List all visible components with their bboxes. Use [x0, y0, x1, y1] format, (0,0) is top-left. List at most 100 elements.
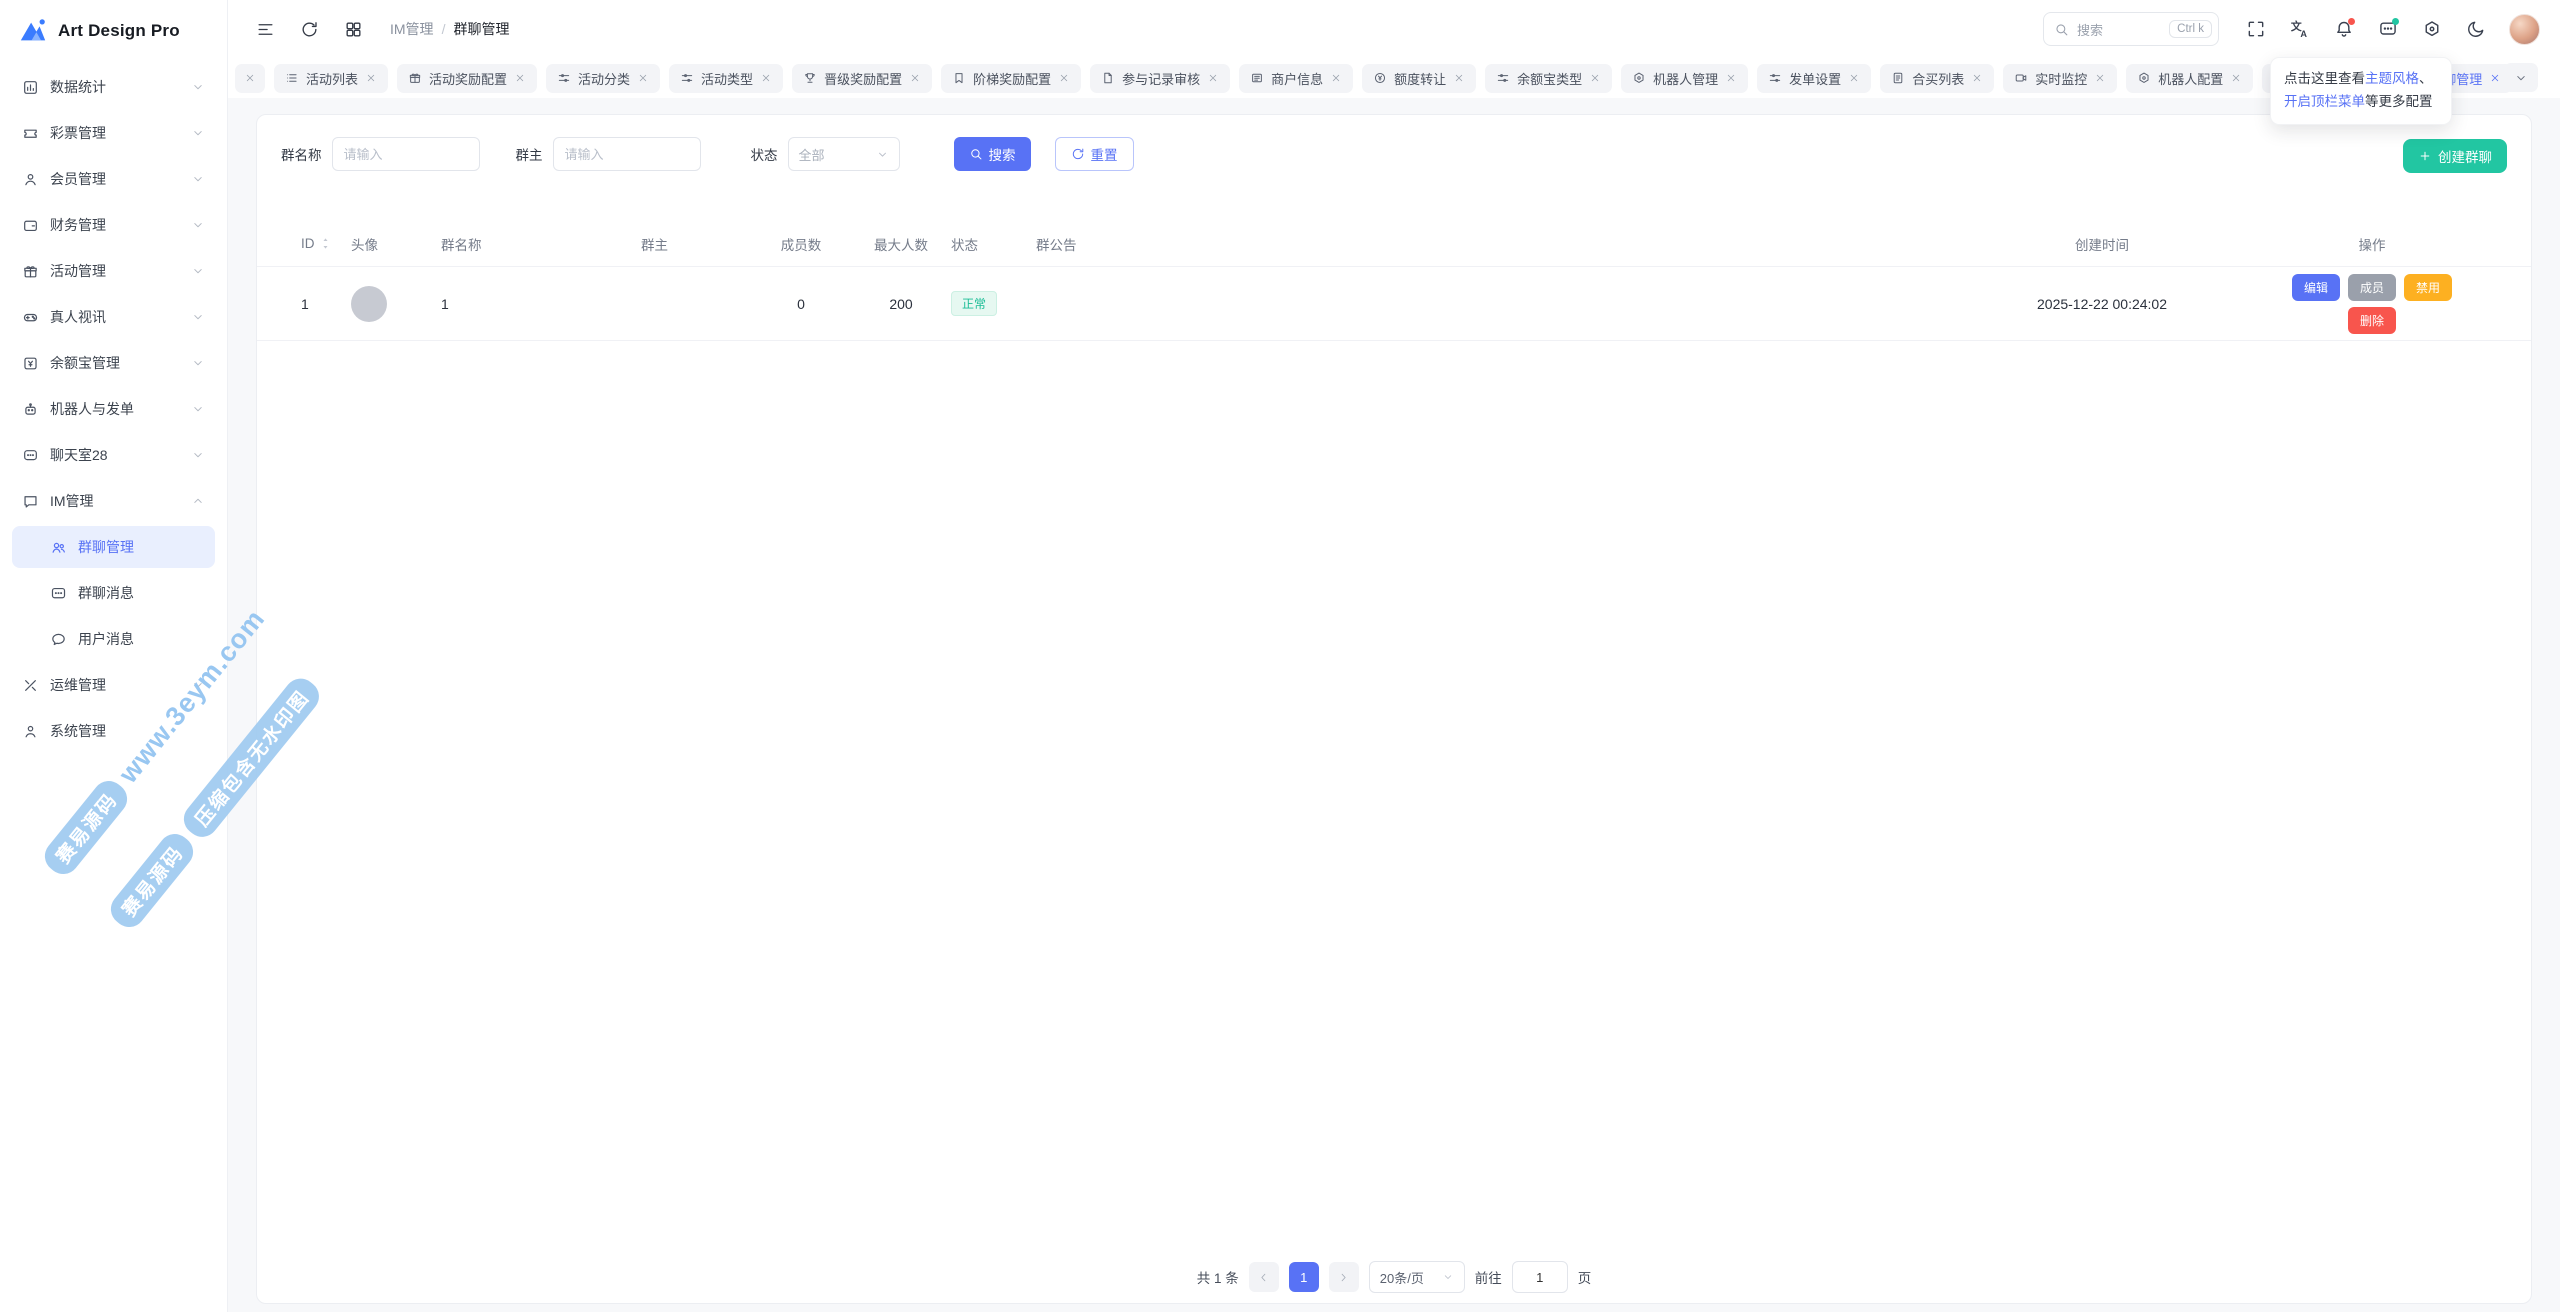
tab-3[interactable]: 活动分类 — [546, 64, 660, 93]
close-icon[interactable] — [244, 72, 256, 84]
page-size-select[interactable]: 20条/页 — [1369, 1261, 1465, 1293]
tab-5[interactable]: 晋级奖励配置 — [792, 64, 932, 93]
notifications-button[interactable] — [2325, 10, 2363, 48]
chevron-down-icon — [1442, 1271, 1454, 1283]
sidebar-item-8[interactable]: 聊天室28 — [12, 434, 215, 476]
close-icon[interactable] — [637, 72, 649, 84]
tab-7[interactable]: 参与记录审核 — [1090, 64, 1230, 93]
tab-10[interactable]: 余额宝类型 — [1485, 64, 1612, 93]
action-edit-button[interactable]: 编辑 — [2292, 274, 2340, 301]
close-icon[interactable] — [1058, 72, 1070, 84]
action-disable-button[interactable]: 禁用 — [2404, 274, 2452, 301]
message-icon — [50, 585, 67, 602]
sidebar-item-10[interactable]: 运维管理 — [12, 664, 215, 706]
global-search-input[interactable]: 搜索 Ctrl k — [2043, 12, 2219, 46]
tab-label: 机器人配置 — [2158, 69, 2223, 88]
close-icon[interactable] — [2489, 72, 2501, 84]
sidebar-item-0[interactable]: 数据统计 — [12, 66, 215, 108]
close-icon[interactable] — [1207, 72, 1219, 84]
tab-6[interactable]: 阶梯奖励配置 — [941, 64, 1081, 93]
language-button[interactable]: 文A — [2281, 10, 2319, 48]
user-icon — [22, 171, 39, 188]
breadcrumb-section[interactable]: IM管理 — [390, 19, 434, 39]
chevron-down-icon — [191, 678, 205, 692]
table-header: ID头像群名称群主成员数最大人数状态群公告创建时间操作 — [257, 221, 2531, 267]
tab-8[interactable]: 商户信息 — [1239, 64, 1353, 93]
goto-page-input[interactable] — [1512, 1261, 1568, 1293]
column-members: 成员数 — [751, 234, 851, 254]
close-icon[interactable] — [365, 72, 377, 84]
tab-9[interactable]: 额度转让 — [1362, 64, 1476, 93]
tab-13[interactable]: 合买列表 — [1880, 64, 1994, 93]
sidebar-item-4[interactable]: 活动管理 — [12, 250, 215, 292]
next-page-button[interactable] — [1329, 1262, 1359, 1292]
tab-partial[interactable] — [235, 64, 265, 93]
close-icon[interactable] — [1848, 72, 1860, 84]
im-icon — [22, 493, 39, 510]
close-icon[interactable] — [2094, 72, 2106, 84]
fullscreen-button[interactable] — [2237, 10, 2275, 48]
chevron-down-icon — [191, 172, 205, 186]
theme-style-link[interactable]: 主题风格 — [2365, 71, 2419, 86]
create-group-button[interactable]: 创建群聊 — [2403, 139, 2507, 173]
tab-1[interactable]: 活动列表 — [274, 64, 388, 93]
close-icon[interactable] — [1971, 72, 1983, 84]
search-icon — [969, 147, 983, 161]
close-icon[interactable] — [1589, 72, 1601, 84]
sidebar-subitem-1[interactable]: 群聊消息 — [12, 572, 215, 614]
sidebar-item-5[interactable]: 真人视讯 — [12, 296, 215, 338]
tab-2[interactable]: 活动奖励配置 — [397, 64, 537, 93]
tab-4[interactable]: 活动类型 — [669, 64, 783, 93]
sidebar-subitem-2[interactable]: 用户消息 — [12, 618, 215, 660]
sidebar-item-1[interactable]: 彩票管理 — [12, 112, 215, 154]
tab-label: 实时监控 — [2035, 69, 2087, 88]
close-icon[interactable] — [1725, 72, 1737, 84]
close-icon[interactable] — [909, 72, 921, 84]
apps-grid-button[interactable] — [336, 12, 370, 46]
sidebar-item-6[interactable]: 余额宝管理 — [12, 342, 215, 384]
sidebar-item-3[interactable]: 财务管理 — [12, 204, 215, 246]
prev-page-button[interactable] — [1249, 1262, 1279, 1292]
sidebar-subitem-0[interactable]: 群聊管理 — [12, 526, 215, 568]
group-owner-label: 群主 — [516, 144, 543, 164]
close-icon[interactable] — [2230, 72, 2242, 84]
close-icon[interactable] — [760, 72, 772, 84]
collapse-sidebar-button[interactable] — [248, 12, 282, 46]
ticket-icon — [22, 125, 39, 142]
tab-14[interactable]: 实时监控 — [2003, 64, 2117, 93]
cell-value: 1 — [441, 296, 449, 312]
group-owner-input[interactable] — [553, 137, 701, 171]
sort-icon[interactable] — [318, 236, 333, 251]
group-name-input[interactable] — [332, 137, 480, 171]
dark-mode-button[interactable] — [2457, 10, 2495, 48]
close-icon[interactable] — [1453, 72, 1465, 84]
messages-button[interactable] — [2369, 10, 2407, 48]
sidebar-item-9[interactable]: IM管理 — [12, 480, 215, 522]
refresh-page-button[interactable] — [292, 12, 326, 46]
page-number-active[interactable]: 1 — [1289, 1262, 1319, 1292]
chevron-down-icon — [191, 402, 205, 416]
tab-15[interactable]: 机器人配置 — [2126, 64, 2253, 93]
tab-label: 余额宝类型 — [1517, 69, 1582, 88]
tab-label: 发单设置 — [1789, 69, 1841, 88]
status-select[interactable]: 全部 — [788, 137, 900, 171]
topbar-menu-link[interactable]: 开启顶栏菜单 — [2284, 94, 2365, 109]
action-delete-button[interactable]: 删除 — [2348, 307, 2396, 334]
group-management-card: 群名称 群主 状态 全部 搜索 重置 — [256, 114, 2532, 1304]
sidebar-item-7[interactable]: 机器人与发单 — [12, 388, 215, 430]
tab-11[interactable]: 机器人管理 — [1621, 64, 1748, 93]
sidebar-item-11[interactable]: 系统管理 — [12, 710, 215, 752]
tabs-overflow-button[interactable] — [2504, 63, 2538, 92]
search-button[interactable]: 搜索 — [954, 137, 1031, 171]
reset-button[interactable]: 重置 — [1055, 137, 1134, 171]
sidebar-item-label: 财务管理 — [50, 215, 106, 235]
tab-12[interactable]: 发单设置 — [1757, 64, 1871, 93]
user-avatar[interactable] — [2509, 14, 2540, 45]
sidebar-item-2[interactable]: 会员管理 — [12, 158, 215, 200]
action-members-button[interactable]: 成员 — [2348, 274, 2396, 301]
close-icon[interactable] — [514, 72, 526, 84]
logo[interactable]: Art Design Pro — [0, 0, 227, 58]
settings-button[interactable] — [2413, 10, 2451, 48]
goto-label: 前往 — [1475, 1267, 1502, 1287]
close-icon[interactable] — [1330, 72, 1342, 84]
